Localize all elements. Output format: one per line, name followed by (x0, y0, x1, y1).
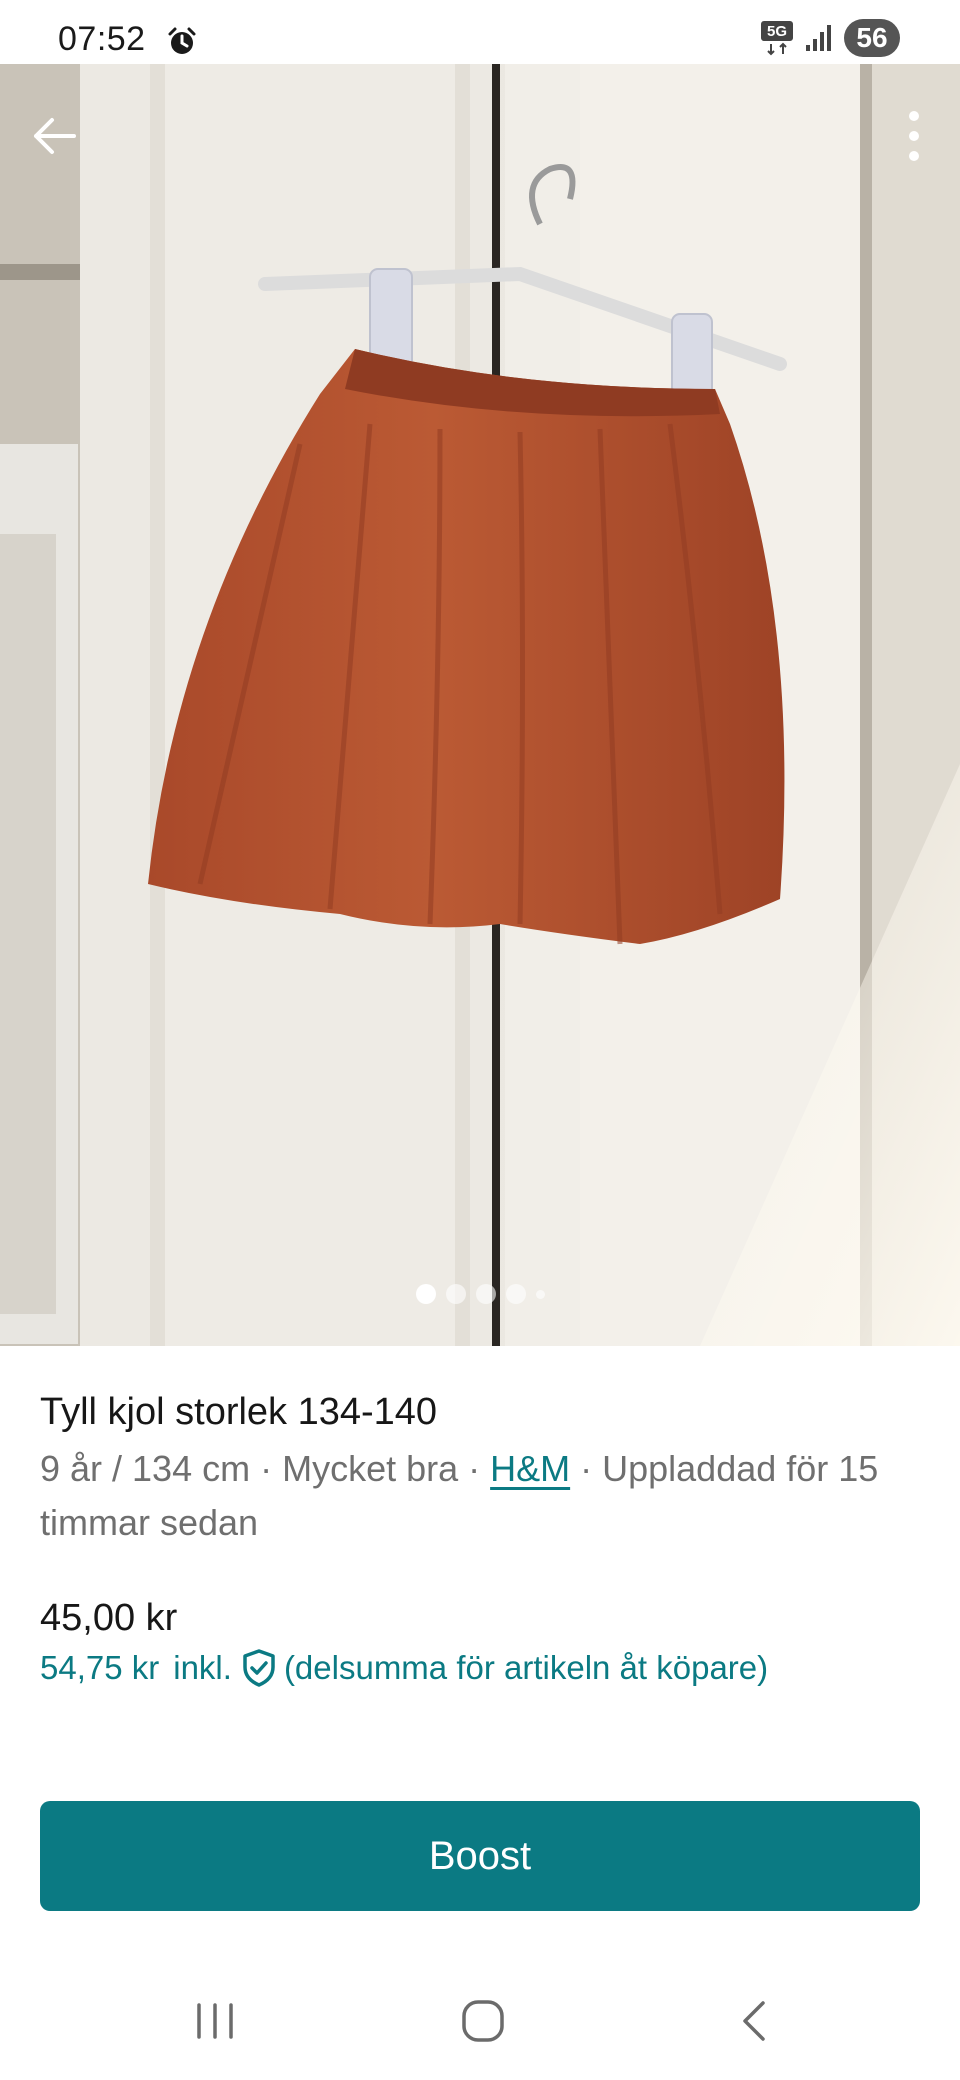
network-label: 5G (767, 23, 787, 40)
recent-apps-button[interactable] (175, 1990, 255, 2052)
product-photo (0, 64, 960, 1346)
item-details: Tyll kjol storlek 134-140 9 år / 134 cm … (40, 1388, 920, 1550)
pager-dot[interactable] (445, 1284, 466, 1304)
battery-icon: 56 (844, 19, 900, 57)
status-bar: 07:52 5G 56 (0, 0, 960, 64)
home-button[interactable] (443, 1990, 523, 2052)
status-icons: 5G 56 (760, 18, 900, 58)
buyer-price-info[interactable]: 54,75 kr inkl. (delsumma för artikeln åt… (40, 1646, 768, 1690)
system-nav-bar (0, 1960, 960, 2080)
status-time: 07:52 (58, 20, 146, 58)
product-photo-carousel[interactable] (0, 64, 960, 1346)
chevron-left-icon (743, 2001, 765, 2041)
recents-icon (197, 2003, 233, 2039)
boost-button[interactable]: Boost (40, 1801, 920, 1911)
signal-icon (806, 25, 831, 51)
back-arrow-icon (34, 118, 76, 154)
more-options-button[interactable] (874, 96, 954, 176)
pager-dot[interactable] (535, 1289, 545, 1299)
brand-link[interactable]: H&M (490, 1448, 570, 1489)
pager-dot[interactable] (475, 1284, 496, 1304)
pager-dot[interactable] (415, 1284, 436, 1304)
back-button[interactable] (14, 96, 94, 176)
photo-pager-dots[interactable] (0, 1284, 960, 1304)
item-price: 45,00 kr (40, 1597, 178, 1639)
system-back-button[interactable] (713, 1990, 793, 2052)
item-title: Tyll kjol storlek 134-140 (40, 1391, 438, 1433)
buyer-price-amount: 54,75 kr (40, 1649, 160, 1686)
buyer-price-note: (delsumma för artikeln åt köpare) (283, 1649, 769, 1686)
home-icon (462, 2000, 504, 2042)
shield-check-icon (243, 1649, 275, 1687)
item-meta: 9 år / 134 cm · Mycket bra · H&M · Uppla… (40, 1442, 920, 1550)
buyer-price-label: inkl. (173, 1649, 232, 1686)
more-vertical-icon (909, 111, 919, 161)
pager-dot[interactable] (505, 1284, 526, 1304)
5g-data-icon: 5G (761, 21, 793, 56)
item-meta-prefix: 9 år / 134 cm · Mycket bra · (40, 1448, 491, 1489)
alarm-icon (168, 27, 196, 54)
